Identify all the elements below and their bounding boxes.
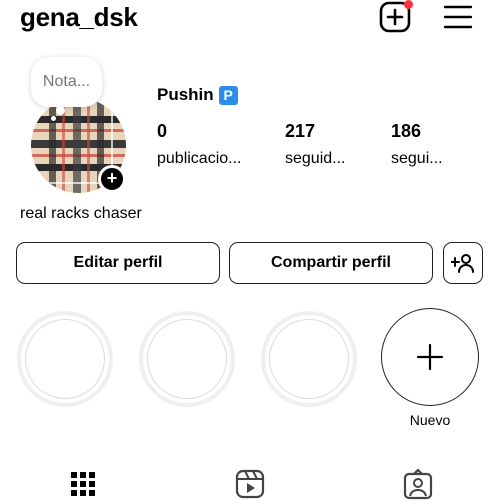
reels-icon xyxy=(235,469,265,499)
profile-display-name: Pushin P xyxy=(157,85,238,105)
profile-bio: real racks chaser xyxy=(20,205,142,222)
notification-dot xyxy=(404,0,413,9)
new-highlight-label: Nuevo xyxy=(409,412,451,428)
discover-people-button[interactable] xyxy=(443,242,483,284)
menu-button[interactable] xyxy=(440,2,476,32)
tab-posts-grid[interactable] xyxy=(71,468,95,500)
display-name-text: Pushin xyxy=(157,85,214,104)
new-highlight-button[interactable] xyxy=(381,308,479,406)
note-bubble[interactable]: Nota... xyxy=(31,57,102,107)
story-highlight-placeholder[interactable] xyxy=(139,311,235,407)
stat-following[interactable]: 186 segui... xyxy=(391,121,443,169)
stat-posts-label: publicacio... xyxy=(157,150,242,167)
add-story-badge[interactable]: + xyxy=(98,165,126,193)
stat-following-value: 186 xyxy=(391,121,422,141)
tab-reels[interactable] xyxy=(235,468,265,500)
profile-username[interactable]: gena_dsk xyxy=(20,0,138,34)
stat-following-label: segui... xyxy=(391,150,443,167)
stat-followers-label: seguid... xyxy=(285,150,346,167)
note-bubble-tail xyxy=(56,106,65,115)
story-highlight-placeholder[interactable] xyxy=(261,311,357,407)
story-highlight-placeholder[interactable] xyxy=(17,311,113,407)
tagged-icon xyxy=(403,468,433,500)
tab-tagged[interactable] xyxy=(403,468,433,500)
p-badge-icon: P xyxy=(218,85,238,105)
edit-profile-button[interactable]: Editar perfil xyxy=(16,242,220,284)
hamburger-menu-icon xyxy=(443,5,473,29)
share-profile-button[interactable]: Compartir perfil xyxy=(229,242,433,284)
note-bubble-tail-small xyxy=(51,116,56,121)
grid-icon xyxy=(71,472,95,496)
add-person-icon xyxy=(451,254,474,273)
plus-icon xyxy=(416,343,444,371)
stat-followers-value: 217 xyxy=(285,121,316,141)
stat-followers[interactable]: 217 seguid... xyxy=(285,121,345,169)
stat-posts-value: 0 xyxy=(157,121,168,141)
stat-posts[interactable]: 0 publicacio... xyxy=(157,121,242,169)
